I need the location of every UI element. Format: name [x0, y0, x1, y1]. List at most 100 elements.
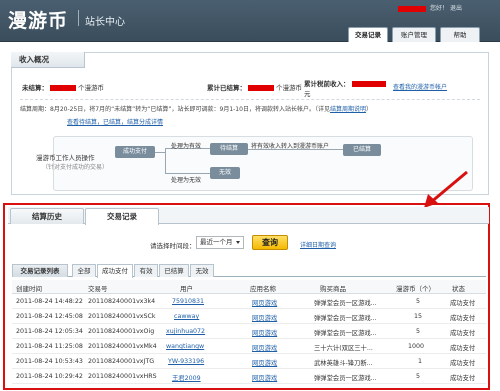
cell-user-link[interactable]: cawway — [174, 313, 199, 320]
settlement-detail-link[interactable]: 查看待结算，已结算，结算分成详情 — [67, 117, 163, 126]
cell-item: 武林英雄斗-锋刀断... — [314, 360, 373, 367]
cell-app-link[interactable]: 网页游戏 — [252, 373, 277, 382]
filter-tab-success[interactable]: 成功支付 — [97, 264, 133, 278]
col-item: 购买商品 — [320, 285, 346, 293]
operator-label: 漫游币工作人员操作 — [36, 154, 95, 162]
redacted-value — [248, 85, 274, 91]
filter-tab-invalid[interactable]: 无效 — [190, 264, 214, 277]
pretax-unit: 元 — [304, 90, 311, 98]
user-greeting: 您好！ — [430, 5, 449, 12]
col-coins: 漫游币（个） — [396, 285, 435, 293]
operator-sublabel: （针对支付成功的交易） — [42, 164, 109, 171]
flow-box-invalid: 无效 — [210, 167, 240, 179]
filter-tab-valid[interactable]: 有效 — [134, 264, 158, 277]
col-created-time: 创建时间 — [16, 285, 42, 293]
settled-unit: 个漫游币 — [276, 84, 302, 92]
logout-link[interactable]: 退出 — [450, 5, 462, 12]
unsettled-summary: 未结算： 个漫游币 — [22, 82, 104, 92]
flow-text-invalid: 处理为无效 — [171, 177, 202, 184]
nav-tab-help[interactable]: 帮助 — [440, 27, 480, 42]
cell-coins: 1000 — [408, 343, 425, 350]
filter-tab-all[interactable]: 全部 — [72, 264, 96, 277]
note-text: 结算周期：8月20-25日，将7月的“未结算”转为“已结算”，站长即可调款：9月… — [20, 106, 330, 113]
redacted-username — [398, 5, 426, 12]
cell-item: 弹弹堂会员一区游戏... — [314, 300, 377, 307]
table-row — [12, 294, 486, 309]
cell-app-link[interactable]: 网页游戏 — [252, 358, 277, 367]
cell-app-link[interactable]: 网页游戏 — [252, 328, 277, 337]
flow-connector — [155, 152, 165, 153]
cell-coins: 5 — [416, 373, 421, 380]
cell-time: 2011-08-24 11:25:08 — [16, 343, 83, 350]
cell-item: 弹弹堂会员一区游戏... — [314, 330, 377, 337]
col-transaction-id: 交易号 — [88, 285, 108, 293]
cell-txn: 201108240001vxMk4 — [88, 343, 157, 350]
cell-user-link[interactable]: xujinhua072 — [166, 328, 205, 335]
cell-txn: 201108240001vxOig — [88, 328, 155, 335]
tab-transaction-records[interactable]: 交易记录 — [85, 208, 159, 225]
cell-user-link[interactable]: YW-933196 — [168, 358, 204, 365]
cell-txn: 201108240001vxJTG — [88, 358, 155, 365]
cell-time: 2011-08-24 12:45:08 — [16, 313, 83, 320]
cell-app-link[interactable]: 网页游戏 — [252, 298, 277, 307]
detailed-date-query-link[interactable]: 详细日期查询 — [300, 240, 336, 249]
flow-box-success: 成功支付 — [115, 146, 155, 158]
flow-connector — [165, 173, 210, 174]
chevron-down-icon[interactable] — [236, 241, 240, 244]
logo[interactable]: 漫游币 — [8, 6, 68, 33]
cell-app-link[interactable]: 网页游戏 — [252, 313, 277, 322]
filter-tab-settled[interactable]: 已结算 — [159, 264, 189, 277]
redacted-value — [351, 81, 386, 87]
user-area: 您好！ 退出 — [398, 3, 462, 12]
cell-coins: 5 — [416, 298, 421, 305]
note-end: ） — [365, 106, 372, 113]
earnings-panel-title: 收入概况 — [11, 52, 85, 68]
cell-status: 成功支付 — [450, 330, 476, 337]
tab-settlement-history[interactable]: 结算历史 — [10, 208, 84, 224]
cell-user-link[interactable]: 王君2009 — [172, 373, 201, 382]
cell-item: 弹弹堂会员一区游戏... — [314, 375, 377, 382]
cell-time: 2011-08-24 12:05:34 — [16, 328, 83, 335]
settled-label: 累计已结算： — [207, 84, 246, 92]
cell-coins: 15 — [414, 313, 423, 320]
cell-status: 成功支付 — [450, 375, 476, 382]
query-button[interactable]: 查询 — [252, 235, 288, 250]
table-row — [12, 354, 486, 369]
settlement-note: 结算周期：8月20-25日，将7月的“未结算”转为“已结算”，站长即可调款：9月… — [20, 104, 475, 113]
flow-text-valid: 处理为有效 — [171, 143, 202, 150]
logo-divider — [78, 10, 79, 26]
cell-item: 三十六计(双区三十... — [314, 345, 373, 352]
cell-item: 弹弹堂会员一区游戏... — [314, 315, 377, 322]
cell-txn: 201108240001vxHRS — [88, 373, 157, 380]
flow-box-settled: 已结算 — [343, 144, 381, 156]
my-account-link[interactable]: 查看我的漫游币帐户 — [393, 82, 447, 91]
cell-status: 成功支付 — [450, 345, 476, 352]
cell-status: 成功支付 — [450, 315, 476, 322]
cell-txn: 201108240001vxSCk — [88, 313, 156, 320]
site-subtitle: 站长中心 — [85, 17, 125, 28]
redacted-value — [50, 85, 76, 91]
cell-status: 成功支付 — [450, 360, 476, 367]
col-app-name: 应用名称 — [250, 285, 276, 293]
cell-coins: 1 — [418, 358, 423, 365]
table-row — [12, 369, 486, 384]
pretax-label: 累计税前收入： — [304, 80, 350, 88]
cell-user-link[interactable]: wangtiangw — [166, 343, 204, 350]
list-title: 交易记录列表 — [12, 264, 68, 277]
cell-coins: 5 — [416, 328, 421, 335]
pretax-summary: 累计税前收入： — [304, 78, 388, 88]
cell-app-link[interactable]: 网页游戏 — [252, 343, 277, 352]
cell-time: 2011-08-24 10:29:42 — [16, 373, 83, 380]
unsettled-unit: 个漫游币 — [78, 84, 104, 92]
period-label: 请选择时间段： — [150, 242, 196, 250]
settlement-period-link[interactable]: 结算周期说明 — [330, 106, 366, 113]
cell-user-link[interactable]: 75910831 — [172, 298, 204, 305]
unsettled-label: 未结算： — [22, 84, 48, 92]
table-row — [12, 324, 486, 339]
divider — [20, 99, 480, 100]
nav-tab-account[interactable]: 账户管理 — [392, 27, 436, 42]
nav-tab-transactions[interactable]: 交易记录 — [348, 27, 388, 42]
cell-status: 成功支付 — [450, 300, 476, 307]
col-status: 状态 — [452, 285, 465, 293]
settled-summary: 累计已结算： 个漫游币 — [207, 82, 302, 92]
